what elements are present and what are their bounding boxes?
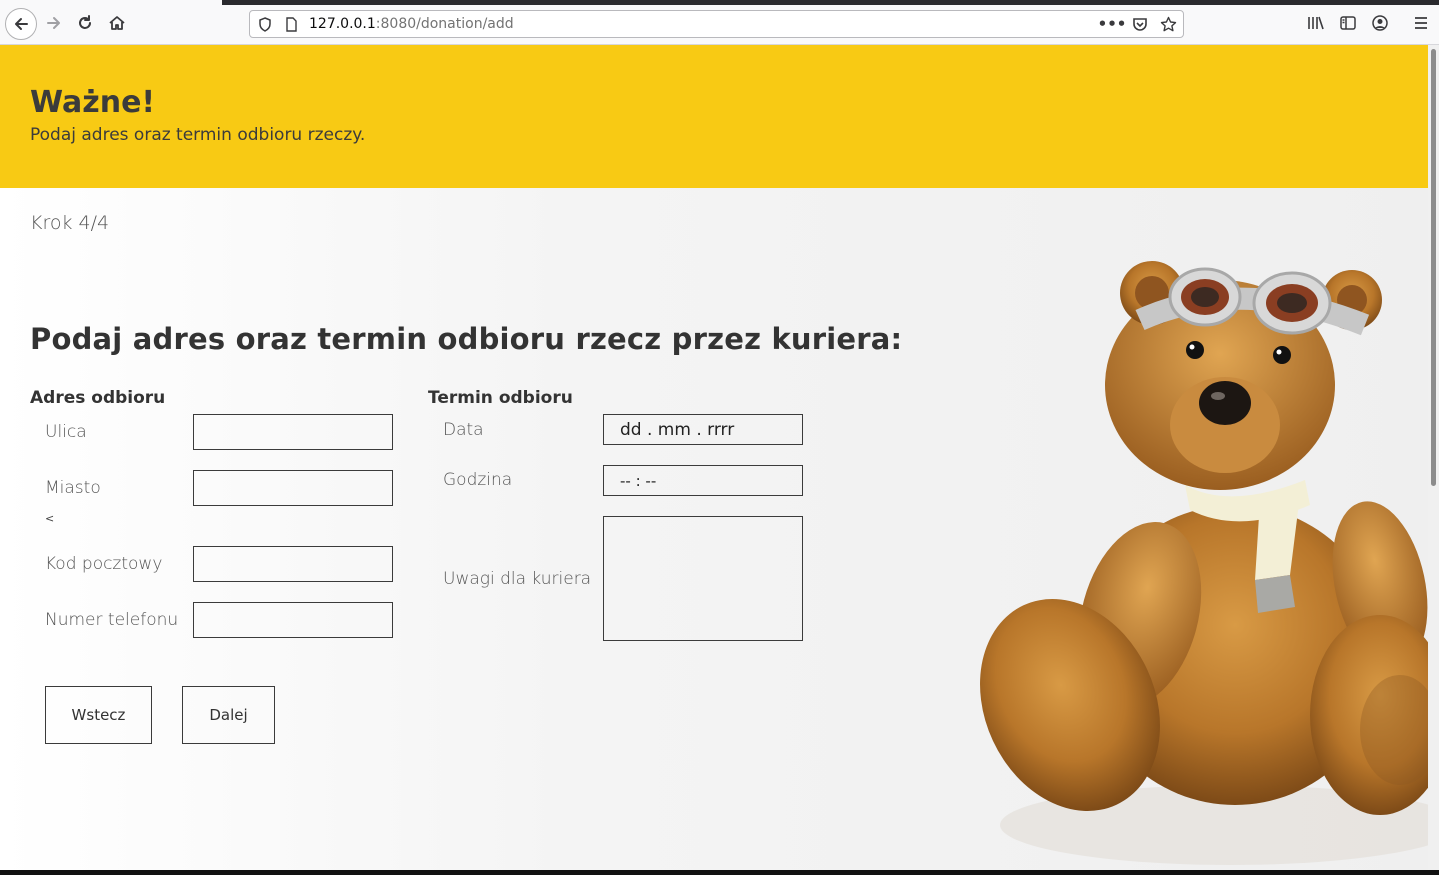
time-placeholder: -- : -- bbox=[620, 472, 657, 490]
phone-input[interactable] bbox=[193, 602, 393, 638]
step-indicator: Krok 4/4 bbox=[30, 212, 110, 234]
reload-icon[interactable] bbox=[71, 9, 99, 37]
date-input[interactable]: dd . mm . rrrr bbox=[603, 414, 803, 445]
phone-label: Numer telefonu bbox=[45, 610, 179, 630]
address-bar[interactable]: 127.0.0.1:8080/donation/add ••• bbox=[249, 10, 1184, 38]
bookmark-star-icon[interactable] bbox=[1159, 15, 1177, 33]
next-button[interactable]: Dalej bbox=[182, 686, 275, 744]
pocket-icon[interactable] bbox=[1131, 15, 1149, 33]
page-icon[interactable] bbox=[282, 15, 300, 33]
street-input[interactable] bbox=[193, 414, 393, 450]
back-button[interactable]: Wstecz bbox=[45, 686, 152, 744]
city-input[interactable] bbox=[193, 470, 393, 506]
important-banner: Ważne! Podaj adres oraz termin odbioru r… bbox=[0, 45, 1428, 188]
url-host: 127.0.0.1 bbox=[309, 16, 376, 32]
time-input[interactable]: -- : -- bbox=[603, 465, 803, 496]
time-label: Godzina bbox=[443, 470, 513, 490]
sidebar-icon[interactable] bbox=[1337, 12, 1359, 34]
form-heading: Podaj adres oraz termin odbioru rzecz pr… bbox=[30, 322, 903, 356]
menu-icon[interactable] bbox=[1410, 12, 1432, 34]
street-label: Ulica bbox=[45, 422, 87, 442]
stray-character: < bbox=[45, 512, 55, 525]
url-text[interactable]: 127.0.0.1:8080/donation/add bbox=[309, 16, 514, 32]
page-scrollbar[interactable] bbox=[1428, 45, 1439, 870]
date-label: Data bbox=[443, 420, 484, 440]
page-content: Ważne! Podaj adres oraz termin odbioru r… bbox=[0, 45, 1428, 870]
date-placeholder: dd . mm . rrrr bbox=[620, 420, 735, 440]
teddy-bear-image bbox=[980, 261, 1428, 865]
banner-title: Ważne! bbox=[30, 85, 156, 120]
window-bottom-edge bbox=[0, 870, 1439, 875]
forward-icon[interactable] bbox=[40, 9, 68, 37]
back-icon[interactable] bbox=[5, 8, 37, 40]
shield-icon[interactable] bbox=[256, 15, 274, 33]
address-section-title: Adres odbioru bbox=[30, 388, 166, 408]
home-icon[interactable] bbox=[103, 9, 131, 37]
postcode-label: Kod pocztowy bbox=[45, 554, 163, 574]
city-label: Miasto bbox=[45, 478, 101, 498]
banner-subtitle: Podaj adres oraz termin odbioru rzeczy. bbox=[30, 125, 366, 145]
tab-strip-edge bbox=[222, 0, 1439, 5]
more-actions-icon[interactable]: ••• bbox=[1098, 15, 1127, 33]
browser-toolbar: 127.0.0.1:8080/donation/add ••• bbox=[0, 0, 1439, 45]
account-icon[interactable] bbox=[1369, 12, 1391, 34]
postcode-input[interactable] bbox=[193, 546, 393, 582]
notes-textarea[interactable] bbox=[603, 516, 803, 641]
url-path: :8080/donation/add bbox=[375, 16, 514, 32]
pickup-section-title: Termin odbioru bbox=[428, 388, 573, 408]
scrollbar-thumb[interactable] bbox=[1431, 49, 1436, 486]
library-icon[interactable] bbox=[1305, 12, 1327, 34]
notes-label: Uwagi dla kuriera bbox=[443, 569, 592, 589]
